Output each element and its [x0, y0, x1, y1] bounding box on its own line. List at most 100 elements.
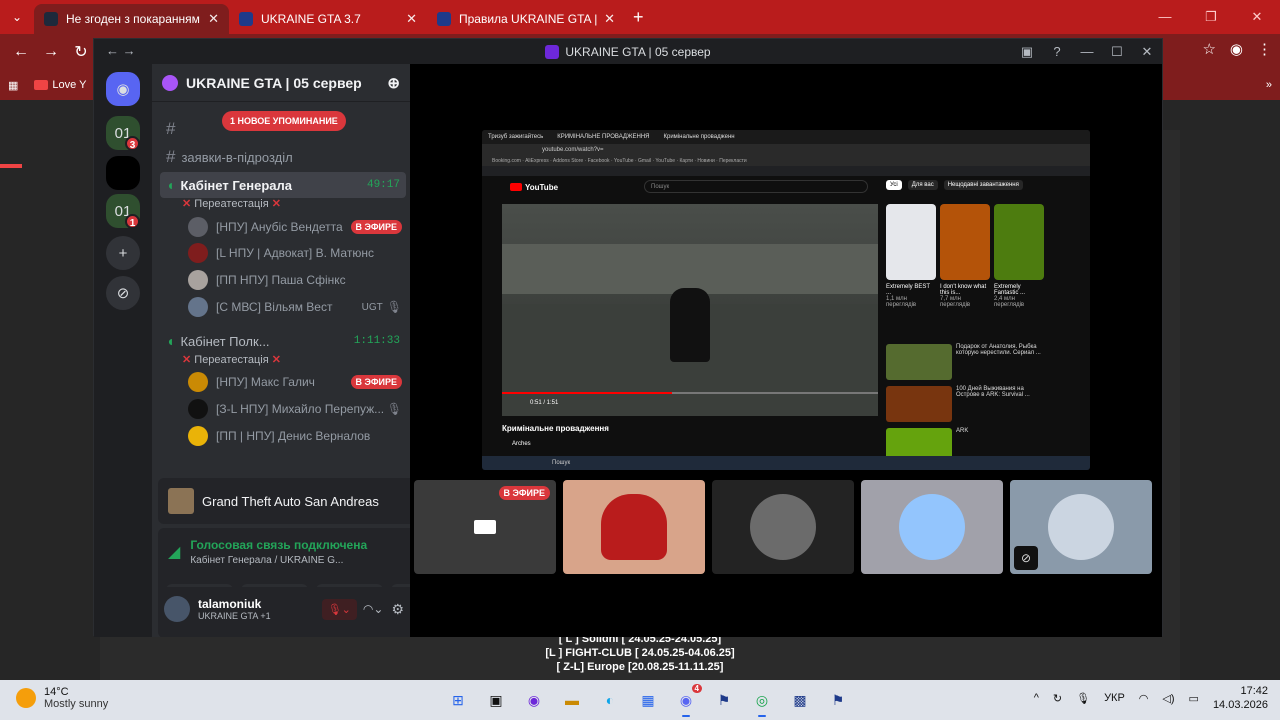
signal-icon[interactable]: ◢ — [168, 542, 180, 562]
app-icon[interactable]: ▩ — [786, 686, 814, 714]
reload-icon[interactable]: ↻ — [66, 42, 96, 62]
voice-user[interactable]: [С МВС] Вільям Вест UGT 🎙 — [188, 294, 402, 320]
avatar — [188, 426, 208, 446]
forward-icon[interactable]: → — [36, 43, 66, 61]
headphones-button[interactable]: ◠⌄ — [363, 602, 384, 616]
voice-user[interactable]: [НПУ] Анубіс Вендетта В ЭФИРЕ — [188, 214, 402, 240]
participant-tile-stream[interactable]: В ЭФИРЕ — [414, 480, 556, 574]
server-header[interactable]: UKRAINE GTA | 05 сервер ⊕ — [152, 64, 410, 102]
back-icon[interactable]: ← — [6, 43, 36, 61]
new-tab-button[interactable]: + — [625, 7, 652, 28]
menu-icon[interactable]: ⋮ — [1257, 40, 1272, 58]
sun-icon — [16, 688, 36, 708]
participant-tile[interactable] — [563, 480, 705, 574]
window-title: UKRAINE GTA | 05 сервер — [565, 44, 711, 59]
participant-tile[interactable] — [861, 480, 1003, 574]
wifi-icon[interactable]: ◠ — [1139, 692, 1149, 705]
server-icon — [545, 44, 560, 59]
user-name: [L НПУ | Адвокат] В. Матюнс — [216, 246, 374, 260]
username: talamoniuk — [198, 597, 262, 611]
maximize-button[interactable]: ❐ — [1188, 0, 1234, 34]
weather-text: Mostly sunny — [44, 698, 109, 710]
file-explorer-icon[interactable]: ▬ — [558, 686, 586, 714]
tab-title: Правила UKRAINE GTA | UKRA — [459, 12, 598, 26]
screen-icon — [474, 520, 496, 534]
voice-channel-active[interactable]: ◖ Кабінет Генерала 49:17 — [160, 172, 406, 198]
start-button[interactable]: ⊞ — [444, 686, 472, 714]
browser-tab-bar: ⌄ Не згоден з покаранням | UKR ✕ UKRAINE… — [0, 0, 1280, 34]
participant-tile[interactable]: ⊘ — [1010, 480, 1152, 574]
avatar[interactable] — [164, 596, 190, 622]
more-bookmarks-icon[interactable]: » — [1266, 79, 1272, 91]
tab-favicon-icon — [44, 12, 58, 26]
maximize-button[interactable]: ☐ — [1102, 39, 1132, 64]
bookmark-star-icon[interactable]: ☆ — [1202, 40, 1215, 58]
battery-icon[interactable]: ▭ — [1189, 692, 1199, 705]
app-icon[interactable]: ⚑ — [710, 686, 738, 714]
screen-share-stream[interactable]: Тризуб зажигайтесь КРИМІНАЛЬНЕ ПРОВАДЖЕНН… — [482, 130, 1090, 470]
minimize-button[interactable]: — — [1072, 39, 1102, 64]
settings-gear-icon[interactable]: ⚙ — [391, 601, 404, 618]
bookmark-item[interactable]: Love Y — [34, 79, 86, 91]
avatar — [188, 217, 208, 237]
weather-widget[interactable]: 14°C Mostly sunny — [16, 686, 108, 710]
add-server-icon[interactable]: + — [106, 236, 140, 270]
text-channel[interactable]: # заявки-в-підрозділ — [160, 144, 406, 170]
participant-tile[interactable] — [712, 480, 854, 574]
tab-close-icon[interactable]: ✕ — [208, 11, 219, 27]
profile-avatar[interactable]: ◉ — [1230, 40, 1243, 58]
nav-arrows-icon[interactable]: ← → — [106, 43, 136, 58]
voice-user[interactable]: [НПУ] Макс Галич В ЭФИРЕ — [188, 369, 402, 395]
voice-user[interactable]: [L НПУ | Адвокат] В. Матюнс — [188, 240, 402, 266]
task-view-icon[interactable]: ▣ — [482, 686, 510, 714]
language-indicator[interactable]: УКР — [1104, 692, 1125, 704]
chrome-icon[interactable]: ◎ — [748, 686, 776, 717]
voice-stage: Тризуб зажигайтесь КРИМІНАЛЬНЕ ПРОВАДЖЕНН… — [410, 64, 1162, 637]
close-button[interactable]: ✕ — [1132, 39, 1162, 64]
tab-search-button[interactable]: ⌄ — [0, 10, 34, 24]
voice-user[interactable]: [ПП НПУ] Паша Сфінкс — [188, 267, 402, 293]
browser-tab[interactable]: Правила UKRAINE GTA | UKRA ✕ — [427, 4, 625, 34]
tab-close-icon[interactable]: ✕ — [406, 11, 417, 27]
server-icon[interactable] — [106, 156, 140, 190]
edge-icon[interactable]: ◐ — [596, 686, 624, 714]
avatar — [1048, 494, 1114, 560]
store-icon[interactable]: ▦ — [634, 686, 662, 714]
voice-user[interactable]: [З-L НПУ] Михайло Перепуж... 🎙 — [188, 396, 402, 422]
live-badge: В ЭФИРЕ — [350, 375, 402, 389]
avatar — [188, 372, 208, 392]
voice-icon: ◖ — [166, 333, 175, 349]
teams-icon[interactable]: ◉ — [520, 686, 548, 714]
app-icon[interactable]: ⚑ — [824, 686, 852, 714]
discord-home-icon[interactable]: ◉ — [106, 72, 140, 106]
voice-user[interactable]: [ПП | НПУ] Денис Верналов — [188, 423, 402, 449]
new-mention-pill[interactable]: 1 НОВОЕ УПОМИНАНИЕ — [222, 111, 346, 131]
avatar — [750, 494, 816, 560]
sync-icon[interactable]: ↻ — [1053, 692, 1062, 705]
inbox-icon[interactable]: ▣ — [1012, 39, 1042, 64]
deafened-icon: 🎙 — [386, 300, 402, 314]
chevron-up-icon[interactable]: ^ — [1034, 692, 1039, 704]
live-badge: В ЭФИРЕ — [498, 486, 550, 500]
explore-icon[interactable]: ⊘ — [106, 276, 140, 310]
video-player[interactable]: 0:51 / 1:51 — [502, 204, 878, 416]
voice-channel[interactable]: ◖ Кабінет Полк... 1:11:33 — [160, 328, 406, 354]
close-window-button[interactable]: ✕ — [1234, 0, 1280, 34]
browser-tab[interactable]: UKRAINE GTA 3.7 ✕ — [229, 4, 427, 34]
discord-icon[interactable]: ◉ 4 — [672, 684, 702, 717]
help-icon[interactable]: ? — [1042, 39, 1072, 64]
browser-tab-active[interactable]: Не згоден з покаранням | UKR ✕ — [34, 4, 229, 34]
mic-icon[interactable]: 🎙 — [1076, 692, 1090, 705]
mic-muted-button[interactable]: 🎙⌄ — [321, 598, 357, 620]
volume-icon[interactable]: ◁) — [1162, 692, 1174, 705]
user-name: [ПП НПУ] Паша Сфінкс — [216, 273, 346, 287]
channel-status: ✕ Переатестація ✕ — [182, 354, 281, 366]
user-name: [З-L НПУ] Михайло Перепуж... — [216, 402, 383, 416]
clock[interactable]: 17:42 14.03.2026 — [1213, 684, 1268, 712]
tab-close-icon[interactable]: ✕ — [604, 11, 615, 27]
channel-status: ✕ Переатестація ✕ — [182, 198, 281, 210]
apps-grid-icon[interactable]: ▦ — [8, 79, 18, 92]
invite-icon[interactable]: ⊕ — [387, 74, 400, 92]
minimize-button[interactable]: — — [1142, 0, 1188, 34]
user-name: [ПП | НПУ] Денис Верналов — [216, 429, 371, 443]
